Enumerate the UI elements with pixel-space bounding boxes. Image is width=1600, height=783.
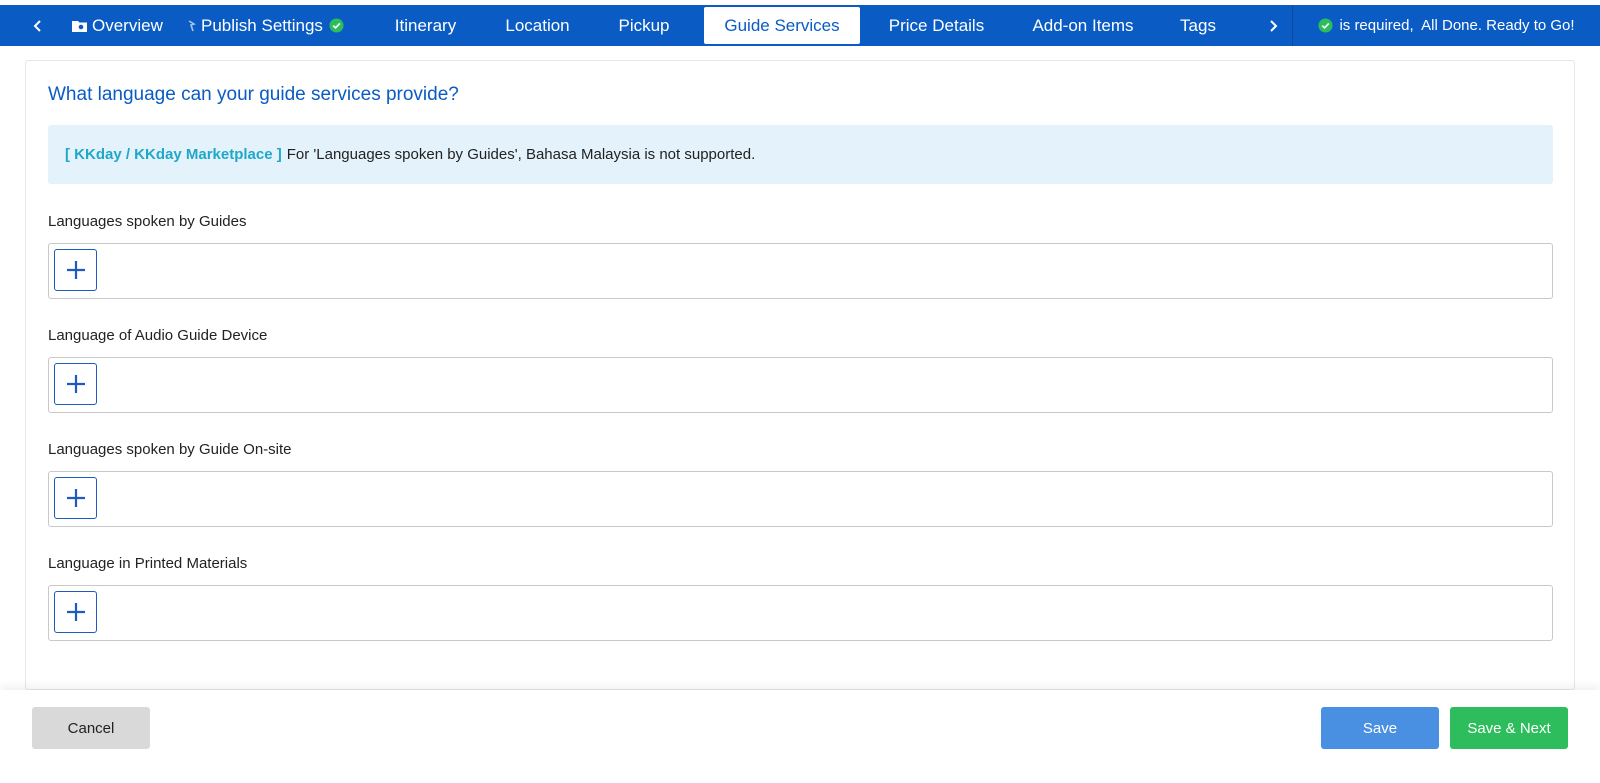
folder-icon <box>72 20 87 32</box>
chevron-right-icon <box>1270 19 1278 32</box>
check-circle-icon <box>1318 18 1333 33</box>
section-question: What language can your guide services pr… <box>48 84 459 105</box>
tab-label: Price Details <box>888 15 985 35</box>
tab-add-on-items[interactable]: Add-on Items <box>1015 5 1151 46</box>
tab-publish-settings[interactable]: Publish Settings <box>188 5 353 46</box>
notice-text: For 'Languages spoken by Guides', Bahasa… <box>286 146 756 163</box>
add-language-button[interactable] <box>54 591 97 633</box>
save-and-next-button[interactable]: Save & Next <box>1450 707 1568 749</box>
plus-icon <box>66 603 85 621</box>
tab-price-details[interactable]: Price Details <box>871 5 1002 46</box>
info-notice: [ KKday / KKday Marketplace ] For 'Langu… <box>48 125 1553 184</box>
completion-status: is required, All Done. Ready to Go! <box>1292 5 1600 46</box>
field-label-audio-guide: Language of Audio Guide Device <box>48 327 268 344</box>
save-button[interactable]: Save <box>1321 707 1439 749</box>
field-label-guides: Languages spoken by Guides <box>48 213 247 230</box>
add-language-button[interactable] <box>54 477 97 519</box>
tab-label: Itinerary <box>394 15 457 35</box>
add-language-button[interactable] <box>54 249 97 291</box>
tab-pickup[interactable]: Pickup <box>599 5 689 46</box>
field-label-guide-onsite: Languages spoken by Guide On-site <box>48 441 292 458</box>
top-navigation-bar: Overview Publish Settings Itinerary Loca… <box>0 5 1600 46</box>
add-language-button[interactable] <box>54 363 97 405</box>
tab-location[interactable]: Location <box>486 5 589 46</box>
nav-scroll-left-button[interactable] <box>0 5 76 46</box>
tab-label: Location <box>505 15 570 35</box>
tab-itinerary[interactable]: Itinerary <box>375 5 476 46</box>
tab-label: Pickup <box>618 15 670 35</box>
nav-scroll-right-button[interactable] <box>1254 5 1292 46</box>
notice-tag: [ KKday / KKday Marketplace ] <box>65 146 282 163</box>
languages-guide-onsite-field[interactable] <box>48 471 1553 527</box>
footer-action-bar: Cancel Save Save & Next <box>0 690 1600 783</box>
tab-tags[interactable]: Tags <box>1164 5 1232 46</box>
tab-overview[interactable]: Overview <box>72 5 174 46</box>
publish-icon <box>188 19 196 32</box>
tab-label: Overview <box>92 15 163 35</box>
status-text: is required, All Done. Ready to Go! <box>1339 17 1575 34</box>
step-tabs: Overview Publish Settings Itinerary Loca… <box>72 5 1292 46</box>
tab-label: Publish Settings <box>201 15 323 35</box>
tab-label: Tags <box>1180 15 1216 35</box>
cancel-button[interactable]: Cancel <box>32 707 150 749</box>
tab-guide-services[interactable]: Guide Services <box>704 7 860 44</box>
tab-label: Add-on Items <box>1032 15 1134 35</box>
tab-label: Guide Services <box>724 15 840 35</box>
language-printed-materials-field[interactable] <box>48 585 1553 641</box>
plus-icon <box>66 489 85 507</box>
field-label-printed-materials: Language in Printed Materials <box>48 555 248 572</box>
language-audio-guide-field[interactable] <box>48 357 1553 413</box>
plus-icon <box>66 261 85 279</box>
languages-guides-field[interactable] <box>48 243 1553 299</box>
chevron-left-icon <box>33 19 41 32</box>
guide-services-card: What language can your guide services pr… <box>25 60 1575 690</box>
plus-icon <box>66 375 85 393</box>
check-circle-icon <box>329 18 344 33</box>
